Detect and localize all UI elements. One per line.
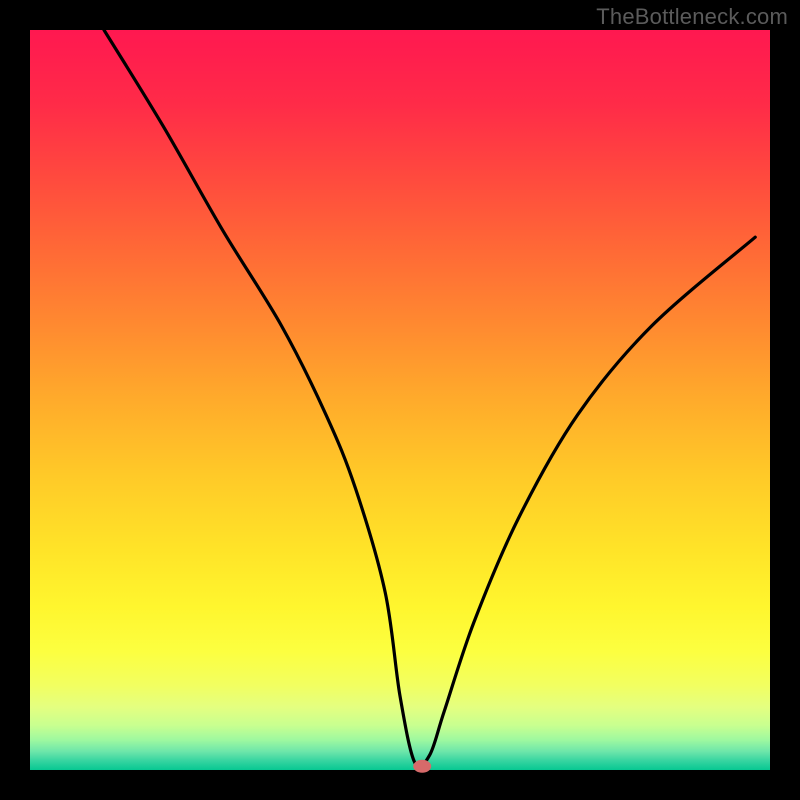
bottleneck-chart [0, 0, 800, 800]
plot-background [30, 30, 770, 770]
optimal-point-marker [413, 760, 431, 773]
watermark-text: TheBottleneck.com [596, 4, 788, 30]
chart-container: TheBottleneck.com [0, 0, 800, 800]
